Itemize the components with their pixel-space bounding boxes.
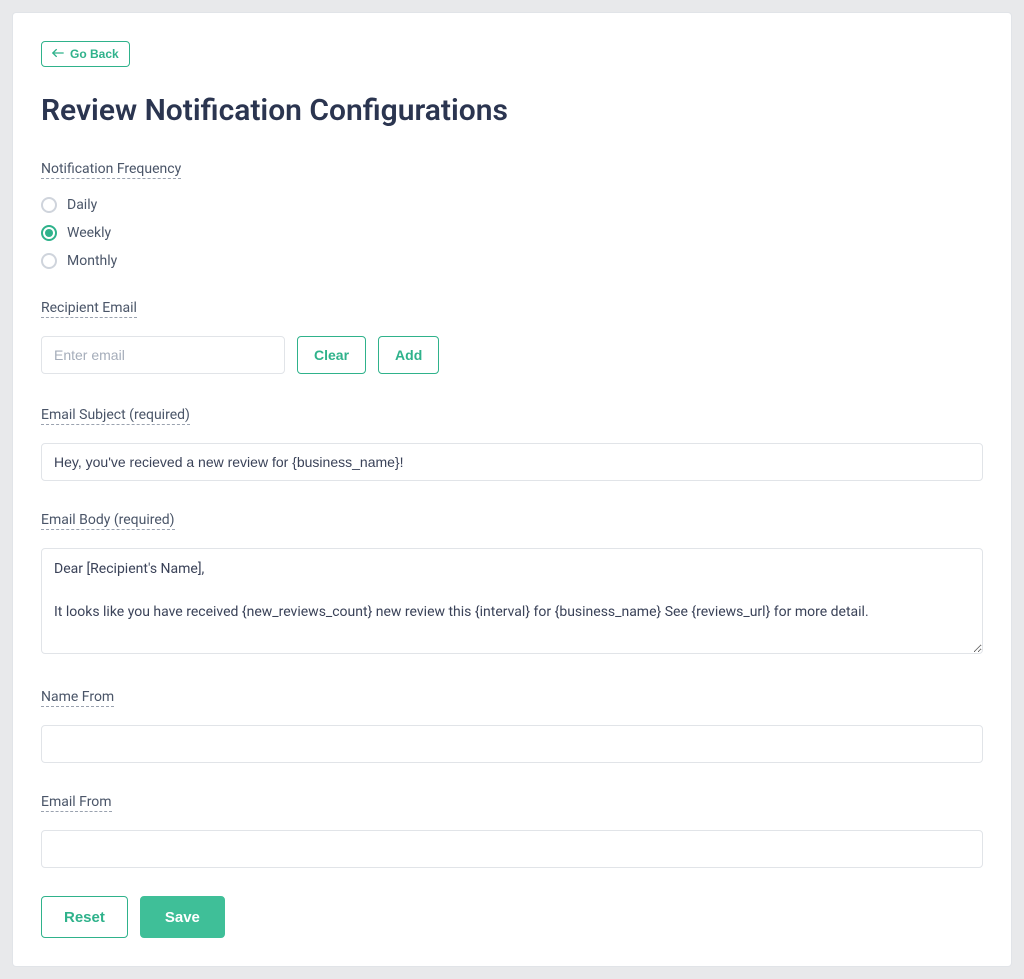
frequency-label: Notification Frequency (41, 161, 181, 179)
name-from-label: Name From (41, 689, 114, 707)
body-label: Email Body (required) (41, 512, 175, 530)
radio-icon (41, 253, 57, 269)
radio-option-weekly[interactable]: Weekly (41, 225, 983, 241)
radio-label-daily: Daily (67, 197, 97, 213)
radio-icon (41, 225, 57, 241)
frequency-section: Notification Frequency Daily Weekly Mont… (41, 158, 983, 269)
recipient-email-input[interactable] (41, 336, 285, 374)
reset-button[interactable]: Reset (41, 896, 128, 938)
subject-section: Email Subject (required) (41, 404, 983, 481)
email-from-label: Email From (41, 794, 112, 812)
name-from-input[interactable] (41, 725, 983, 763)
radio-label-monthly: Monthly (67, 253, 117, 269)
subject-input[interactable] (41, 443, 983, 481)
email-from-input[interactable] (41, 830, 983, 868)
name-from-section: Name From (41, 686, 983, 763)
go-back-label: Go Back (70, 47, 119, 61)
recipient-label: Recipient Email (41, 300, 137, 318)
go-back-button[interactable]: Go Back (41, 41, 130, 67)
body-textarea[interactable] (41, 548, 983, 654)
action-row: Reset Save (41, 896, 983, 938)
radio-label-weekly: Weekly (67, 225, 111, 241)
recipient-section: Recipient Email Clear Add (41, 297, 983, 374)
frequency-radio-group: Daily Weekly Monthly (41, 197, 983, 269)
add-button[interactable]: Add (378, 336, 439, 374)
clear-button[interactable]: Clear (297, 336, 366, 374)
radio-icon (41, 197, 57, 213)
arrow-left-icon (52, 47, 64, 61)
radio-option-daily[interactable]: Daily (41, 197, 983, 213)
email-from-section: Email From (41, 791, 983, 868)
subject-label: Email Subject (required) (41, 407, 190, 425)
save-button[interactable]: Save (140, 896, 225, 938)
config-card: Go Back Review Notification Configuratio… (12, 12, 1012, 967)
body-section: Email Body (required) (41, 509, 983, 658)
page-title: Review Notification Configurations (41, 93, 983, 128)
radio-option-monthly[interactable]: Monthly (41, 253, 983, 269)
